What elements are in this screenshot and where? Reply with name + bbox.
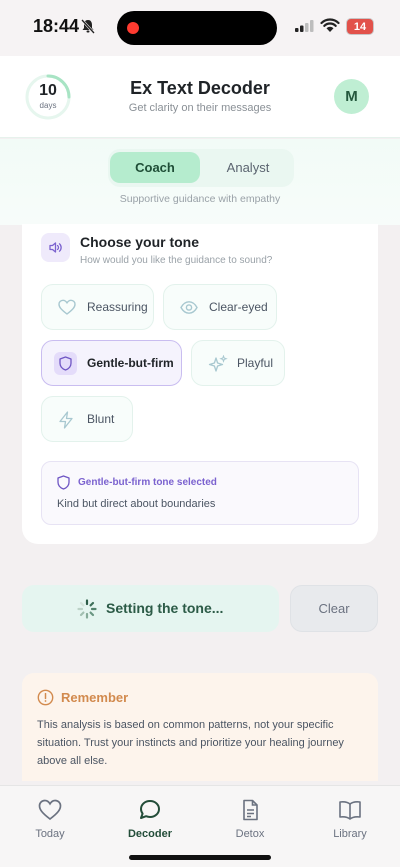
wifi-icon (320, 18, 340, 32)
signal-icon (295, 20, 314, 32)
tone-option-playful[interactable]: Playful (191, 340, 285, 386)
heart-icon (38, 799, 62, 821)
tab-analyst[interactable]: Analyst (204, 152, 292, 183)
tone-selection-summary: Gentle-but-firm tone selected Kind but d… (41, 461, 359, 525)
nav-item-decoder[interactable]: Decoder (110, 799, 190, 840)
setting-tone-button[interactable]: Setting the tone... (22, 585, 279, 632)
mode-toggle: Coach Analyst (108, 149, 294, 187)
page-subtitle: Get clarity on their messages (128, 102, 272, 114)
nav-item-today[interactable]: Today (10, 799, 90, 840)
info-circle-icon (37, 689, 54, 706)
nav-label: Decoder (127, 828, 173, 840)
tone-option-label: Clear-eyed (209, 300, 268, 314)
remember-text: This analysis is based on common pattern… (37, 719, 344, 767)
app-header: 10 days Ex Text Decoder Get clarity on t… (0, 56, 400, 138)
page-title: Ex Text Decoder (130, 78, 270, 98)
nav-item-library[interactable]: Library (310, 799, 390, 840)
mode-section: Coach Analyst Supportive guidance with e… (0, 139, 400, 225)
tone-card: Choose your tone How would you like the … (22, 224, 378, 544)
tone-option-blunt[interactable]: Blunt (41, 396, 133, 442)
speaker-icon (41, 233, 70, 262)
chat-bubble-icon (140, 800, 160, 819)
tone-option-gentle-but-firm[interactable]: Gentle-but-firm (41, 340, 182, 386)
book-icon (339, 801, 361, 820)
tone-option-label: Gentle-but-firm (87, 356, 174, 370)
tone-option-label: Playful (237, 356, 274, 370)
dynamic-island (117, 11, 277, 45)
streak-count: 10 (39, 82, 57, 99)
lightning-icon (59, 411, 73, 429)
document-icon (243, 799, 258, 821)
clear-button[interactable]: Clear (290, 585, 378, 632)
heart-icon (58, 299, 76, 315)
bell-slash-icon (81, 19, 95, 34)
nav-item-detox[interactable]: Detox (210, 799, 290, 840)
eye-icon (180, 301, 198, 314)
remember-title: Remember (61, 690, 129, 705)
nav-label: Detox (235, 828, 265, 840)
status-bar: 18:44 14 (0, 0, 400, 56)
tone-option-reassuring[interactable]: Reassuring (41, 284, 154, 330)
tone-heading: Choose your tone (80, 234, 200, 250)
tone-option-clear-eyed[interactable]: Clear-eyed (163, 284, 277, 330)
home-indicator[interactable] (129, 855, 271, 860)
nav-label: Today (35, 828, 65, 840)
shield-icon (54, 352, 77, 375)
avatar[interactable]: M (334, 79, 369, 114)
shield-icon (57, 475, 70, 490)
battery-icon: 14 (346, 18, 374, 35)
selection-description: Kind but direct about boundaries (57, 498, 216, 510)
sparkles-icon (208, 355, 228, 372)
tone-option-label: Reassuring (87, 300, 148, 314)
streak-unit: days (39, 101, 57, 110)
spinner-icon (77, 599, 97, 619)
nav-label: Library (333, 828, 367, 840)
recording-indicator-icon (127, 22, 139, 34)
tab-coach[interactable]: Coach (110, 152, 200, 183)
remember-notice: Remember This analysis is based on commo… (22, 673, 378, 781)
mode-caption: Supportive guidance with empathy (119, 193, 281, 205)
selection-title: Gentle-but-firm tone selected (78, 477, 217, 488)
status-time: 18:44 (33, 16, 80, 36)
tone-subheading: How would you like the guidance to sound… (80, 255, 273, 266)
tone-option-label: Blunt (87, 412, 115, 426)
setting-tone-label: Setting the tone... (106, 600, 224, 616)
